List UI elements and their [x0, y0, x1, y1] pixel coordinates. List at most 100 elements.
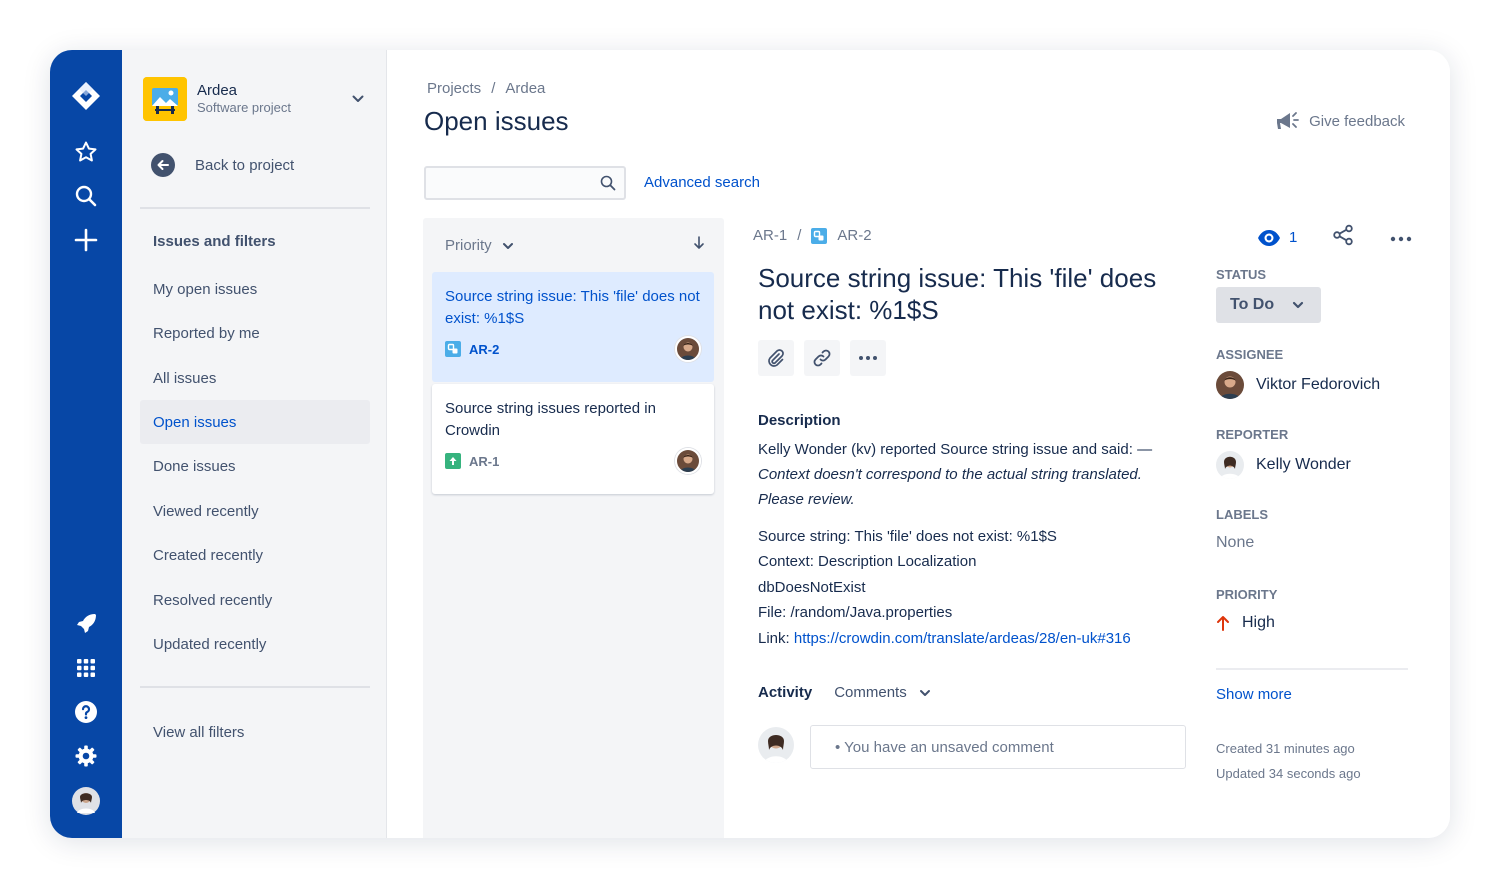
- jira-logo-icon[interactable]: [70, 80, 102, 112]
- sidebar-item-open-issues[interactable]: Open issues: [140, 400, 370, 444]
- attach-button[interactable]: [758, 340, 794, 376]
- megaphone-icon: [1277, 112, 1300, 129]
- description-source-string: Source string: This 'file' does not exis…: [758, 528, 1057, 545]
- priority-field[interactable]: High: [1216, 614, 1275, 632]
- issue-breadcrumb: AR-1 / AR-2: [753, 227, 872, 244]
- chevron-down-icon: [502, 242, 513, 249]
- assignee-avatar: [675, 448, 701, 474]
- story-icon: [445, 453, 461, 469]
- back-to-project-button[interactable]: Back to project: [151, 153, 294, 177]
- breadcrumb-projects[interactable]: Projects: [427, 80, 481, 97]
- priority-label: PRIORITY: [1216, 587, 1278, 602]
- more-dots-icon[interactable]: [1390, 229, 1412, 247]
- chevron-down-icon: [919, 689, 930, 696]
- app-switcher-icon[interactable]: [70, 652, 102, 684]
- assignee-name: Viktor Fedorovich: [1256, 376, 1381, 393]
- description-link-row: Link: https://crowdin.com/translate/arde…: [758, 626, 1178, 651]
- more-actions-button[interactable]: [850, 340, 886, 376]
- comment-input[interactable]: • You have an unsaved comment: [810, 725, 1186, 769]
- breadcrumb-separator: /: [491, 80, 496, 97]
- search-field: [424, 166, 626, 200]
- share-icon[interactable]: [1332, 224, 1354, 251]
- sidebar-item-viewed-recently[interactable]: Viewed recently: [140, 489, 370, 533]
- project-avatar-icon: [143, 77, 187, 121]
- sidebar-item-resolved-recently[interactable]: Resolved recently: [140, 578, 370, 622]
- assignee-field[interactable]: Viktor Fedorovich: [1216, 371, 1380, 399]
- status-value: To Do: [1230, 296, 1275, 313]
- priority-high-arrow-icon: [1217, 616, 1229, 631]
- assignee-label: ASSIGNEE: [1216, 347, 1284, 362]
- chevron-down-icon[interactable]: [348, 89, 368, 109]
- issue-key: AR-1: [469, 453, 500, 469]
- status-dropdown[interactable]: To Do: [1216, 287, 1321, 323]
- crowdin-link[interactable]: https://crowdin.com/translate/ardeas/28/…: [794, 630, 1131, 647]
- project-sidebar: Ardea Software project Back to project I…: [122, 50, 387, 838]
- sidebar-item-done-issues[interactable]: Done issues: [140, 444, 370, 488]
- issue-title[interactable]: Source string issue: This 'file' does no…: [758, 262, 1178, 326]
- current-user-avatar: [758, 727, 794, 763]
- sidebar-divider: [140, 686, 370, 688]
- advanced-search-link[interactable]: Advanced search: [644, 174, 760, 191]
- reporter-avatar: [1216, 451, 1244, 479]
- labels-value[interactable]: None: [1216, 534, 1254, 552]
- sidebar-item-reported-by-me[interactable]: Reported by me: [140, 311, 370, 355]
- back-label: Back to project: [195, 156, 295, 174]
- sidebar-item-created-recently[interactable]: Created recently: [140, 533, 370, 577]
- show-more-link[interactable]: Show more: [1216, 686, 1292, 703]
- priority-value: High: [1242, 614, 1275, 631]
- section-title: Issues and filters: [153, 233, 276, 250]
- description-italic-text: Context doesn't correspond to the actual…: [758, 466, 1142, 508]
- sort-direction-arrow-down-icon[interactable]: [693, 236, 705, 255]
- watch-button[interactable]: 1: [1257, 229, 1297, 247]
- description-context: Context: Description Localization: [758, 553, 977, 570]
- link-issue-button[interactable]: [804, 340, 840, 376]
- updated-timestamp: Updated 34 seconds ago: [1216, 766, 1361, 781]
- issue-card-footer: AR-2: [445, 336, 701, 362]
- create-icon[interactable]: [70, 224, 102, 256]
- sidebar-item-updated-recently[interactable]: Updated recently: [140, 622, 370, 666]
- status-label: STATUS: [1216, 267, 1267, 282]
- releases-rocket-icon[interactable]: [70, 607, 102, 639]
- project-name: Ardea: [197, 82, 238, 99]
- search-icon[interactable]: [70, 180, 102, 212]
- issue-key: AR-2: [469, 341, 500, 357]
- main-content: Projects / Ardea Open issues Give feedba…: [387, 50, 1450, 838]
- breadcrumb-ardea[interactable]: Ardea: [505, 80, 545, 97]
- view-all-filters-link[interactable]: View all filters: [140, 710, 370, 754]
- description-title: Description: [758, 412, 841, 429]
- list-header: Priority: [445, 236, 705, 255]
- profile-avatar[interactable]: [70, 785, 102, 817]
- sidebar-item-my-open-issues[interactable]: My open issues: [140, 267, 370, 311]
- details-divider: [1216, 668, 1408, 670]
- arrow-left-icon: [151, 153, 175, 177]
- starred-icon[interactable]: [70, 136, 102, 168]
- sort-by-dropdown[interactable]: Priority: [445, 237, 514, 254]
- jira-app: Ardea Software project Back to project I…: [50, 50, 1450, 838]
- more-dots-icon: [859, 356, 877, 360]
- project-header[interactable]: Ardea Software project: [143, 77, 368, 121]
- reporter-name: Kelly Wonder: [1256, 456, 1351, 473]
- project-type: Software project: [197, 100, 291, 115]
- activity-filter-label: Comments: [834, 684, 907, 701]
- reporter-field[interactable]: Kelly Wonder: [1216, 451, 1351, 479]
- issue-key[interactable]: AR-2: [837, 227, 871, 244]
- parent-issue-key[interactable]: AR-1: [753, 227, 787, 244]
- activity-filter-dropdown[interactable]: Comments: [834, 684, 931, 701]
- activity-label: Activity: [758, 684, 813, 701]
- watchers-count: 1: [1289, 229, 1298, 246]
- search-icon: [600, 175, 616, 191]
- page-title: Open issues: [424, 106, 569, 136]
- breadcrumb: Projects / Ardea: [427, 80, 545, 97]
- search-input[interactable]: [426, 168, 596, 198]
- issue-card-ar-2[interactable]: Source string issue: This 'file' does no…: [432, 272, 714, 382]
- issue-card-ar-1[interactable]: Source string issues reported in Crowdin…: [432, 384, 714, 494]
- subtask-icon: [445, 341, 461, 357]
- assignee-avatar: [1216, 371, 1244, 399]
- sort-label: Priority: [445, 237, 492, 254]
- issue-toolbar: 1: [1257, 224, 1412, 251]
- sidebar-item-all-issues[interactable]: All issues: [140, 356, 370, 400]
- help-icon[interactable]: [70, 696, 102, 728]
- breadcrumb-separator: /: [797, 227, 802, 244]
- give-feedback-button[interactable]: Give feedback: [1275, 110, 1405, 132]
- settings-gear-icon[interactable]: [70, 740, 102, 772]
